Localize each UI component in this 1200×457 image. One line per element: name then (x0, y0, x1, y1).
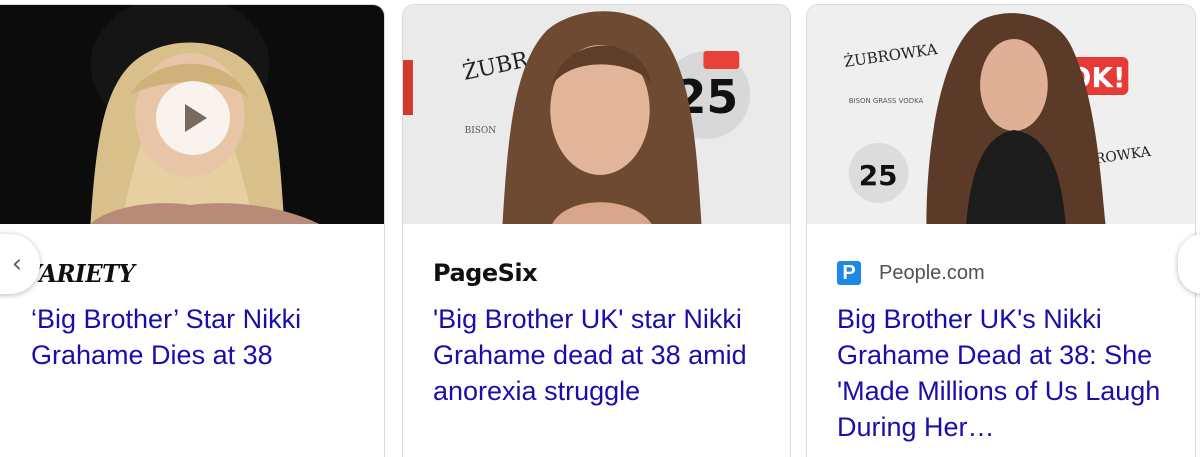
variety-logo: VARIETY (23, 258, 135, 288)
news-title-link[interactable]: 'Big Brother UK' star Nikki Grahame dead… (433, 301, 773, 409)
source-logo: PageSix (433, 255, 538, 291)
svg-text:25: 25 (859, 159, 898, 192)
svg-text:BISON: BISON (465, 126, 497, 136)
svg-text:BISON GRASS VODKA: BISON GRASS VODKA (849, 97, 924, 105)
news-card-pagesix[interactable]: ŻUBR BISON 25 PageSix 'Big Brother UK' s… (402, 4, 791, 457)
news-title-link[interactable]: ‘Big Brother’ Star Nikki Grahame Dies at… (31, 301, 361, 373)
news-card-variety[interactable]: VARIETY ‘Big Brother’ Star Nikki Grahame… (0, 4, 385, 457)
news-thumbnail: ŻUBROWKA BISON GRASS VODKA OK! 25 BROWKA (807, 5, 1195, 224)
news-card-people[interactable]: ŻUBROWKA BISON GRASS VODKA OK! 25 BROWKA… (806, 4, 1196, 457)
news-title-link[interactable]: Big Brother UK's Nikki Grahame Dead at 3… (837, 301, 1182, 445)
play-icon[interactable] (156, 81, 230, 155)
source-name: People.com (879, 261, 985, 284)
news-carousel: VARIETY ‘Big Brother’ Star Nikki Grahame… (0, 0, 1200, 457)
chevron-left-icon: ‹ (11, 249, 23, 279)
pagesix-logo: PageSix (433, 259, 538, 287)
news-thumbnail (0, 5, 384, 224)
news-thumbnail: ŻUBR BISON 25 (403, 5, 790, 224)
people-favicon-icon: P (837, 261, 861, 285)
source-attribution: P People.com (837, 255, 985, 291)
